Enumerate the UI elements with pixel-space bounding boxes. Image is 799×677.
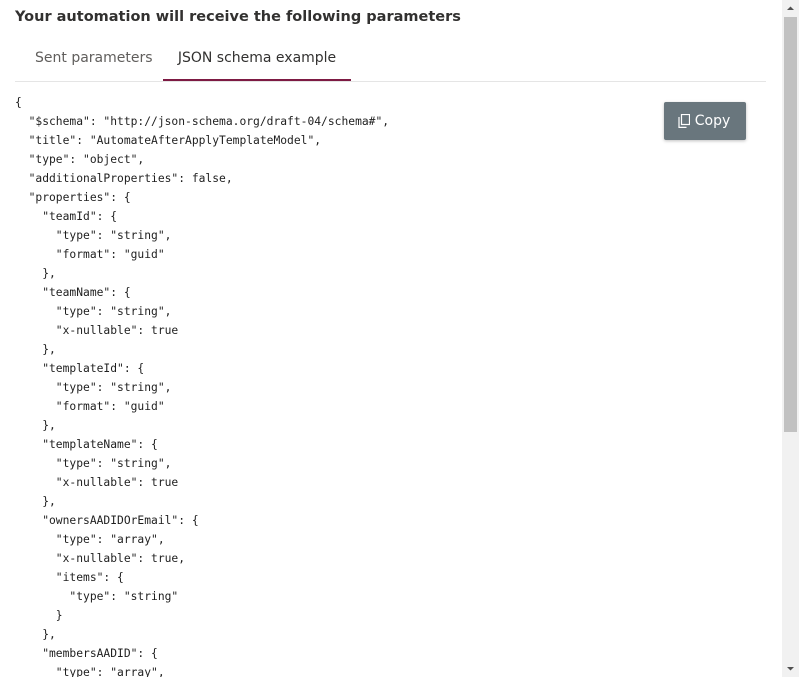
code-line: "type": "string" — [15, 590, 179, 603]
code-line: "x-nullable": true — [15, 324, 179, 337]
page-title: Your automation will receive the followi… — [15, 9, 461, 25]
json-schema-code: { "$schema": "http://json-schema.org/dra… — [15, 93, 389, 677]
vertical-scrollbar[interactable] — [782, 0, 799, 677]
code-line: "type": "string", — [15, 305, 172, 318]
tab-label: Sent parameters — [35, 50, 153, 66]
tab-label: JSON schema example — [177, 50, 337, 66]
tab-bar: Sent parameters JSON schema example — [15, 36, 766, 82]
code-line: "ownersAADIDOrEmail": { — [15, 514, 199, 527]
code-line: "type": "array", — [15, 666, 165, 677]
code-line: "additionalProperties": false, — [15, 172, 233, 185]
code-line: "x-nullable": true, — [15, 552, 186, 565]
code-line: }, — [15, 267, 56, 280]
code-line: "templateName": { — [15, 438, 158, 451]
copy-button-label: Copy — [694, 113, 731, 129]
code-line: "title": "AutomateAfterApplyTemplateMode… — [15, 134, 322, 147]
scroll-up-arrow-icon[interactable] — [782, 0, 799, 17]
code-line: "teamId": { — [15, 210, 118, 223]
page: Your automation will receive the followi… — [0, 0, 799, 677]
code-line: "x-nullable": true — [15, 476, 179, 489]
code-line: { — [15, 96, 22, 109]
copy-icon — [678, 114, 690, 128]
code-line: "format": "guid" — [15, 248, 165, 261]
code-line: "type": "string", — [15, 457, 172, 470]
code-line: "format": "guid" — [15, 400, 165, 413]
copy-button[interactable]: Copy — [664, 102, 746, 140]
code-line: "type": "string", — [15, 381, 172, 394]
code-line: }, — [15, 343, 56, 356]
selected-tab-indicator — [163, 79, 351, 81]
tab-json-schema-example[interactable]: JSON schema example — [163, 36, 351, 81]
code-line: } — [15, 609, 63, 622]
tab-sent-parameters[interactable]: Sent parameters — [35, 36, 153, 81]
code-line: "type": "string", — [15, 229, 172, 242]
code-line: }, — [15, 628, 56, 641]
code-line: }, — [15, 419, 56, 432]
code-line: "type": "array", — [15, 533, 165, 546]
scroll-down-arrow-icon[interactable] — [782, 660, 799, 677]
code-line: "teamName": { — [15, 286, 131, 299]
code-line: "items": { — [15, 571, 124, 584]
code-line: "type": "object", — [15, 153, 145, 166]
code-line: "membersAADID": { — [15, 647, 158, 660]
code-line: "$schema": "http://json-schema.org/draft… — [15, 115, 390, 128]
main-panel: Your automation will receive the followi… — [0, 0, 782, 677]
code-line: "properties": { — [15, 191, 131, 204]
code-line: }, — [15, 495, 56, 508]
code-line: "templateId": { — [15, 362, 145, 375]
scrollbar-thumb[interactable] — [784, 17, 797, 432]
